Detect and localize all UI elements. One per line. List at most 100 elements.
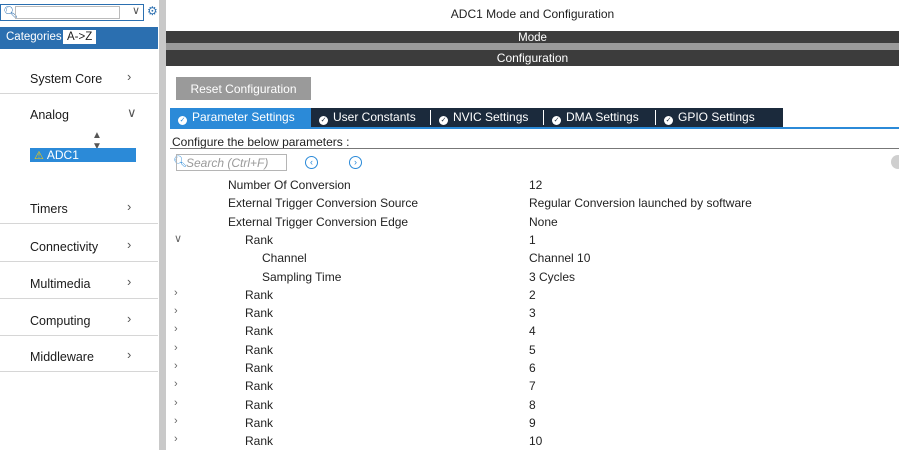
parameter-name: External Trigger Conversion Source [228,196,419,211]
chevron-right-icon[interactable]: › [174,378,178,390]
parameter-row[interactable]: › Rank 7 [170,377,899,395]
parameter-row[interactable]: › Rank 9 [170,414,899,432]
parameter-value[interactable]: 12 [529,178,542,192]
sidebar-splitter[interactable] [159,0,166,450]
tab-label: DMA Settings [566,110,639,124]
check-circle-icon: ✓ [664,116,673,125]
chevron-down-icon[interactable]: ∨ [132,4,140,17]
parameter-row[interactable]: › Rank 3 [170,304,899,322]
category-middleware[interactable]: Middleware › [0,336,158,372]
divider [170,148,899,149]
check-circle-icon: ✓ [319,116,328,125]
parameter-value[interactable]: Channel 10 [529,251,590,265]
configuration-section-header[interactable]: Configuration [166,50,899,66]
category-search-input[interactable] [15,6,120,19]
parameter-name: External Trigger Conversion Edge [228,214,409,229]
parameter-value[interactable]: 6 [529,361,536,375]
category-label: Timers [30,202,68,216]
parameter-name: Rank [245,342,274,357]
chevron-right-icon[interactable]: › [174,397,178,409]
parameter-name: Rank [245,287,274,302]
parameter-row[interactable]: › Rank 2 [170,286,899,304]
tab-label: Parameter Settings [192,110,295,124]
parameter-row: External Trigger Conversion Source Regula… [170,194,899,212]
check-circle-icon: ✓ [178,116,187,125]
tab-nvic-settings[interactable]: ✓ NVIC Settings [431,108,543,127]
parameter-row[interactable]: › Rank 8 [170,396,899,414]
tab-dma-settings[interactable]: ✓ DMA Settings [544,108,655,127]
tab-parameter-settings[interactable]: ✓ Parameter Settings [170,108,311,127]
parameter-name: Rank [245,379,274,394]
parameter-row[interactable]: › Rank 6 [170,359,899,377]
category-label: System Core [30,72,103,86]
tab-user-constants[interactable]: ✓ User Constants [311,108,430,127]
parameter-value[interactable]: 7 [529,379,536,393]
reset-configuration-button[interactable]: Reset Configuration [176,77,311,100]
category-label: Middleware [30,350,94,364]
gear-icon[interactable]: ⚙ [147,4,158,18]
parameter-value[interactable]: Regular Conversion launched by software [529,196,752,210]
category-search-box[interactable]: 🔍︎ ∨ [0,4,144,21]
parameter-value[interactable]: 1 [529,233,536,247]
chevron-right-icon[interactable]: › [174,415,178,427]
tab-a-z[interactable]: A->Z [63,30,97,44]
chevron-down-icon[interactable]: ∨ [174,232,182,245]
chevron-right-icon[interactable]: › [174,287,178,299]
sidebar: 🔍︎ ∨ ⚙ Categories A->Z System Core › Ana… [0,0,158,450]
parameter-value[interactable]: 8 [529,398,536,412]
tab-label: GPIO Settings [678,110,755,124]
parameter-name: Rank [245,324,274,339]
next-result-icon[interactable]: › [349,156,362,169]
chevron-right-icon[interactable]: › [174,342,178,354]
parameter-value[interactable]: 10 [529,434,542,448]
category-label: Connectivity [30,240,99,254]
parameter-row: External Trigger Conversion Edge None [170,213,899,231]
parameter-row[interactable]: › Rank 5 [170,341,899,359]
parameter-value[interactable]: 4 [529,324,536,338]
parameter-row[interactable]: › Rank 10 [170,432,899,450]
chevron-right-icon: › [127,69,132,84]
parameter-search-input[interactable]: Search (Ctrl+F) [176,154,287,171]
category-analog[interactable]: Analog ∨ [0,94,158,130]
tab-label: NVIC Settings [453,110,529,124]
category-multimedia[interactable]: Multimedia › [0,263,158,299]
tab-label: User Constants [333,110,416,124]
tab-gpio-settings[interactable]: ✓ GPIO Settings [656,108,783,127]
parameter-value[interactable]: 3 [529,306,536,320]
mode-section-header[interactable]: Mode [166,31,899,43]
chevron-right-icon: › [127,237,132,252]
category-timers[interactable]: Timers › [0,188,158,224]
parameter-name: Rank [245,361,274,375]
parameter-value[interactable]: None [529,215,558,229]
chevron-right-icon[interactable]: › [174,360,178,372]
tab-underline [0,44,158,49]
chevron-right-icon[interactable]: › [174,323,178,335]
section-splitter[interactable] [166,43,899,50]
parameter-row: Number Of Conversion 12 [170,176,899,194]
chevron-right-icon[interactable]: › [174,305,178,317]
chevron-right-icon[interactable]: › [174,433,178,445]
category-computing[interactable]: Computing › [0,300,158,336]
parameter-row[interactable]: › Rank 4 [170,322,899,340]
parameter-value[interactable]: 9 [529,416,536,430]
chevron-right-icon: › [127,311,132,326]
parameter-name: Rank [245,232,274,247]
info-icon[interactable] [891,155,899,169]
parameter-value[interactable]: 5 [529,343,536,357]
parameter-name: Rank [245,397,274,412]
parameter-value[interactable]: 2 [529,288,536,302]
sidebar-item-adc1[interactable]: ⚠ ADC1 [30,148,136,162]
chevron-right-icon: › [127,199,132,214]
parameter-row: Channel Channel 10 [170,249,899,267]
page-title: ADC1 Mode and Configuration [450,7,615,21]
category-system-core[interactable]: System Core › [0,58,158,94]
previous-result-icon[interactable]: ‹ [305,156,318,169]
tab-categories[interactable]: Categories [2,30,66,44]
parameter-name: Sampling Time [262,269,342,284]
parameter-row[interactable]: ∨ Rank 1 [170,231,899,249]
parameter-value[interactable]: 3 Cycles [529,270,575,284]
parameter-name: Number Of Conversion [228,178,351,192]
configure-label: Configure the below parameters : [172,135,350,149]
chevron-right-icon: › [127,274,132,289]
category-connectivity[interactable]: Connectivity › [0,226,158,262]
